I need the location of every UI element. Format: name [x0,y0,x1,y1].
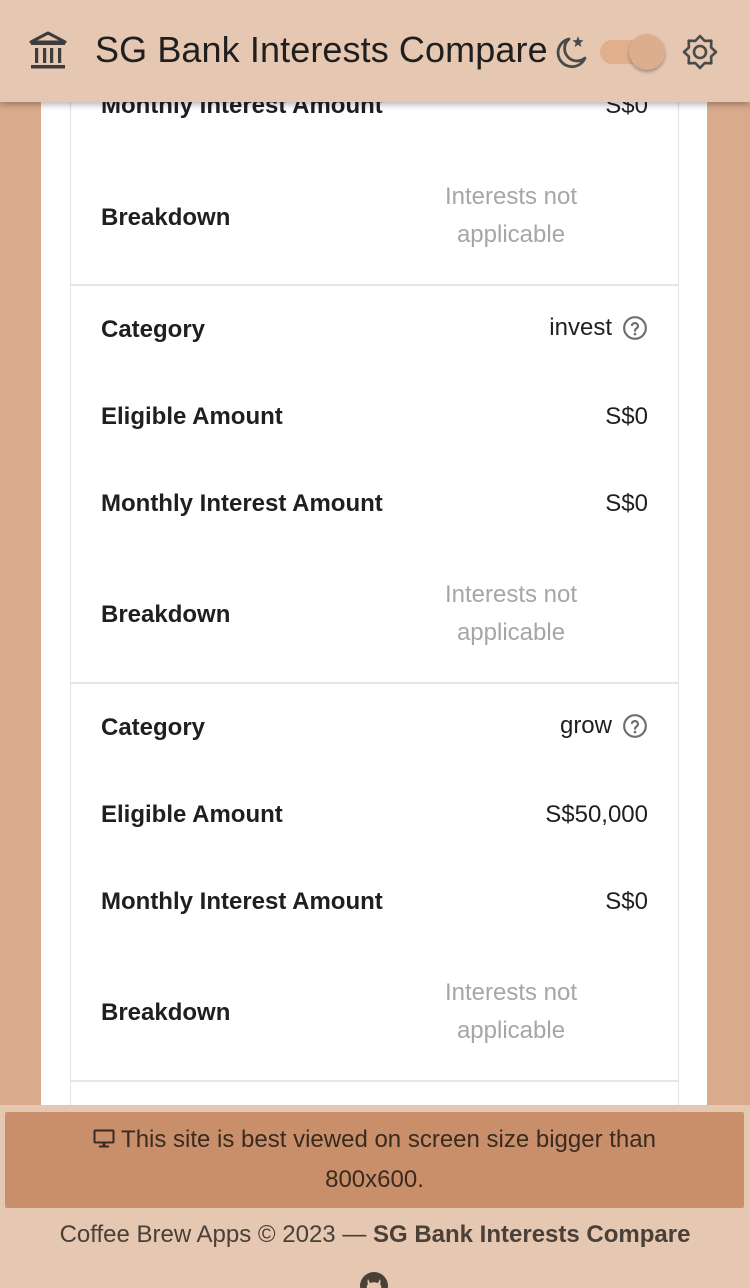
monthly-interest-label: Monthly Interest Amount [101,490,383,517]
breakdown-label: Breakdown [101,601,231,628]
category-value-text: invest [549,314,612,341]
breakdown-text-line1: Interests not [444,183,578,210]
breakdown-text-line2: applicable [456,1017,566,1044]
footer: Coffee Brew Apps © 2023 — SG Bank Intere… [0,1221,750,1249]
monitor-icon [93,1129,115,1148]
monthly-interest-value: S$0 [605,490,648,517]
github-icon[interactable] [359,1271,389,1288]
help-circle-icon[interactable] [622,713,648,739]
eligible-amount-value: S$0 [605,403,648,430]
app-bar: SG Bank Interests Compare [0,0,750,102]
breakdown-label: Breakdown [101,204,231,231]
category-label: Category [101,316,206,343]
eligible-amount-label: Eligible Amount [101,801,283,828]
item-divider [71,1080,678,1082]
monthly-interest-value: S$0 [605,888,648,915]
interest-breakdown-list: Monthly Interest Amount S$0 Breakdown In… [70,0,679,1106]
app-title: SG Bank Interests Compare [95,29,548,70]
monthly-interest-label: Monthly Interest Amount [101,888,383,915]
breakdown-text-line1: Interests not [444,581,578,608]
category-value: grow [560,712,648,740]
category-label: Category [101,714,206,741]
screen-size-banner: This site is best viewed on screen size … [5,1112,744,1208]
category-value-text: grow [559,712,612,739]
breakdown-text-line2: applicable [456,619,566,646]
help-circle-icon[interactable] [622,315,648,341]
breakdown-not-applicable: Interests not applicable [411,178,611,254]
eligible-amount-label: Eligible Amount [101,403,283,430]
category-value: invest [549,314,648,342]
eligible-amount-value: S$50,000 [545,801,648,828]
theme-toggle[interactable] [598,32,668,72]
sun-icon [682,34,718,70]
bottom-section: This site is best viewed on screen size … [0,1105,750,1288]
breakdown-not-applicable: Interests not applicable [411,576,611,652]
bank-icon[interactable] [29,31,67,71]
partial-breakdown-row: Breakdown Interests not applicable [71,178,678,258]
breakdown-text-line2: applicable [456,221,566,248]
footer-app-name: SG Bank Interests Compare [372,1221,691,1248]
list-item-grow: Category grow Eligible Amount S$50,000 M… [71,684,678,1082]
banner-line1: This site is best viewed on screen size … [5,1120,744,1160]
banner-text-line1: This site is best viewed on screen size … [121,1126,656,1153]
footer-copyright: Coffee Brew Apps © 2023 — [59,1221,367,1248]
breakdown-text-line1: Interests not [444,979,578,1006]
breakdown-not-applicable: Interests not applicable [411,974,611,1050]
breakdown-label: Breakdown [101,999,231,1026]
list-item-invest: Category invest Eligible Amount S$0 Mont… [71,286,678,684]
toggle-thumb[interactable] [629,34,665,70]
banner-text-line2: 800x600. [325,1166,424,1193]
moon-star-icon [556,36,587,68]
